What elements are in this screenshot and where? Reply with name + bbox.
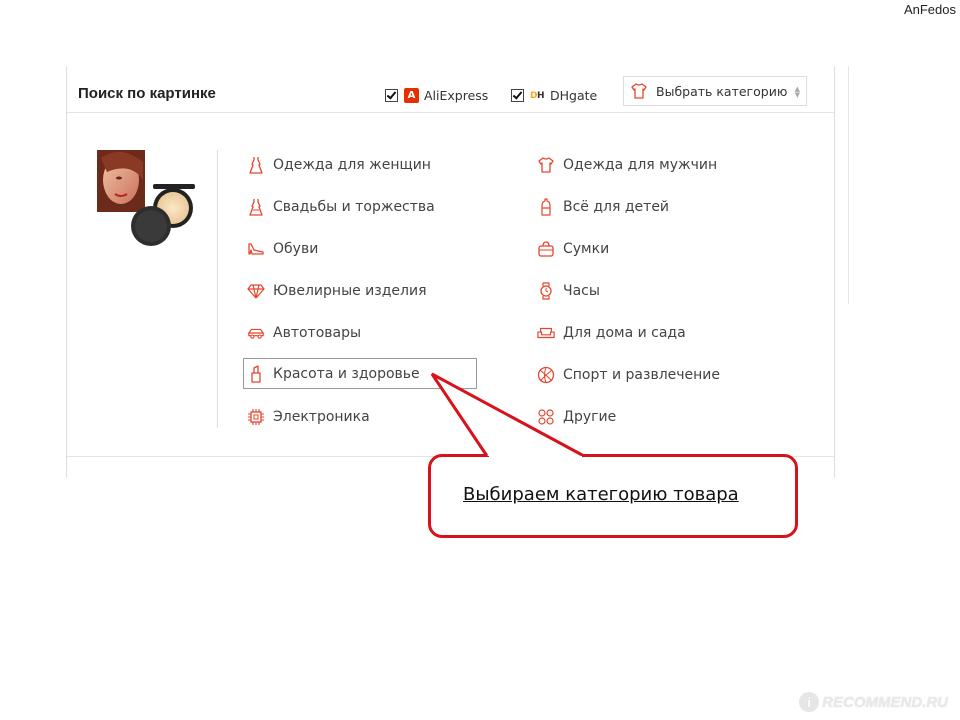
sofa-icon xyxy=(537,324,555,342)
category-men-clothing[interactable]: Одежда для мужчин xyxy=(537,150,717,180)
aliexpress-icon: A xyxy=(404,88,419,103)
wedding-dress-icon xyxy=(247,198,265,216)
category-label: Автотовары xyxy=(273,325,362,341)
source-dhgate-label: DHgate xyxy=(550,88,598,103)
category-label: Другие xyxy=(563,409,617,425)
recommend-logo-icon: i xyxy=(799,692,820,712)
category-auto[interactable]: Автотовары xyxy=(247,318,361,348)
category-label: Свадьбы и торжества xyxy=(273,199,435,215)
watermark: i RECOMMEND.RU xyxy=(799,692,948,712)
dress-icon xyxy=(247,156,265,174)
search-image-thumbnail[interactable] xyxy=(97,150,197,250)
bag-icon xyxy=(537,240,555,258)
ball-icon xyxy=(537,366,555,384)
category-label: Для дома и сада xyxy=(563,325,686,341)
checkbox-checked-icon[interactable] xyxy=(511,89,524,102)
lipstick-icon xyxy=(247,364,265,383)
category-label: Красота и здоровье xyxy=(273,365,420,382)
select-arrows-icon: ▲ ▼ xyxy=(794,85,800,99)
category-beauty-health[interactable]: Красота и здоровье xyxy=(243,358,477,389)
tshirt-icon xyxy=(630,82,648,100)
checkbox-checked-icon[interactable] xyxy=(385,89,398,102)
category-label: Одежда для мужчин xyxy=(563,157,718,173)
watermark-text: RECOMMEND.RU xyxy=(822,693,948,711)
panel-header: Поиск по картинке A AliExpress DH DHgate… xyxy=(67,66,834,113)
category-label: Обуви xyxy=(273,241,319,257)
category-sports[interactable]: Спорт и развлечение xyxy=(537,360,720,390)
category-weddings[interactable]: Свадьбы и торжества xyxy=(247,192,435,222)
category-label: Сумки xyxy=(563,241,610,257)
scrollbar[interactable] xyxy=(842,66,849,304)
category-kids[interactable]: Всё для детей xyxy=(537,192,669,222)
category-label: Всё для детей xyxy=(563,199,670,215)
car-icon xyxy=(247,324,265,342)
source-aliexpress-checkbox[interactable]: A AliExpress xyxy=(385,88,488,103)
watch-icon xyxy=(537,282,555,300)
panel-title: Поиск по картинке xyxy=(78,85,216,102)
category-bags[interactable]: Сумки xyxy=(537,234,609,264)
category-jewelry[interactable]: Ювелирные изделия xyxy=(247,276,427,306)
tshirt-icon xyxy=(537,156,555,174)
category-electronics[interactable]: Электроника xyxy=(247,402,370,432)
category-watches[interactable]: Часы xyxy=(537,276,600,306)
shoe-icon xyxy=(247,240,265,258)
author-label: AnFedos xyxy=(903,2,956,17)
category-shoes[interactable]: Обуви xyxy=(247,234,318,264)
category-select[interactable]: Выбрать категорию ▲ ▼ xyxy=(623,76,807,106)
category-label: Спорт и развлечение xyxy=(563,367,721,383)
chip-icon xyxy=(247,408,265,426)
category-home-garden[interactable]: Для дома и сада xyxy=(537,318,686,348)
category-other[interactable]: Другие xyxy=(537,402,616,432)
category-label: Электроника xyxy=(273,409,370,425)
diamond-icon xyxy=(247,282,265,300)
grid-icon xyxy=(537,408,555,426)
category-women-clothing[interactable]: Одежда для женщин xyxy=(247,150,431,180)
column-divider xyxy=(217,150,218,428)
category-label: Одежда для женщин xyxy=(273,157,431,173)
image-search-panel: Поиск по картинке A AliExpress DH DHgate… xyxy=(66,66,835,478)
source-aliexpress-label: AliExpress xyxy=(424,88,489,103)
source-dhgate-checkbox[interactable]: DH DHgate xyxy=(511,88,597,103)
dhgate-icon: DH xyxy=(530,90,545,101)
baby-bottle-icon xyxy=(537,198,555,216)
annotation-callout-text: Выбираем категорию товара xyxy=(463,484,739,505)
category-label: Ювелирные изделия xyxy=(273,283,427,299)
category-select-label: Выбрать категорию xyxy=(656,83,788,99)
category-label: Часы xyxy=(563,283,600,299)
